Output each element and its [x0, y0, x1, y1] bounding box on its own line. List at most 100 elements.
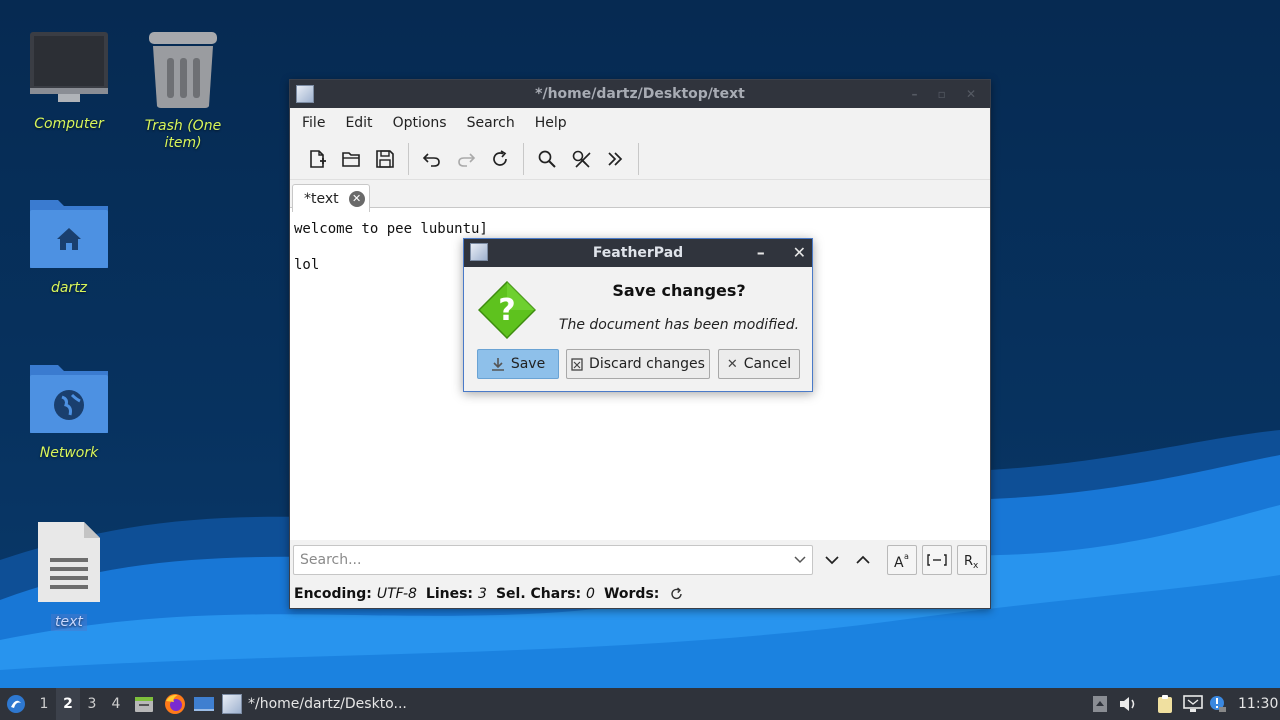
desktop-icon-trash[interactable]: Trash (One item)	[128, 28, 238, 152]
desktop-icon-label: text	[51, 614, 87, 631]
search-input[interactable]	[300, 546, 790, 574]
tray-expand-icon[interactable]	[1092, 688, 1108, 720]
featherpad-app-icon	[296, 85, 314, 103]
dialog-title: FeatherPad	[592, 245, 684, 261]
clock[interactable]: 11:30	[1238, 688, 1278, 720]
find-icon[interactable]	[530, 143, 564, 175]
editor-line: welcome to pee lubuntu]	[294, 221, 488, 237]
taskbar-window-label: */home/dartz/Deskto...	[248, 696, 407, 712]
minimize-icon[interactable]: –	[757, 243, 765, 262]
file-manager-icon[interactable]	[134, 688, 154, 720]
toolbar-separator	[408, 142, 409, 175]
dialog-titlebar[interactable]: FeatherPad – ✕	[464, 239, 812, 267]
workspace-3[interactable]: 3	[80, 688, 104, 720]
match-case-icon[interactable]: Aa	[887, 545, 917, 575]
desktop-icon-network[interactable]: Network	[14, 359, 124, 462]
window-controls[interactable]: – ▫ ✕	[911, 80, 984, 108]
chevron-down-icon[interactable]	[794, 552, 806, 571]
volume-icon[interactable]	[1118, 688, 1138, 720]
save-changes-dialog: FeatherPad – ✕ ? Save changes? The docum…	[463, 238, 813, 392]
lines-value: 3	[478, 586, 487, 602]
cancel-x-icon: ✕	[726, 356, 738, 372]
tab-text[interactable]: *text ✕	[292, 184, 370, 212]
clipboard-icon[interactable]	[1155, 688, 1175, 720]
featherpad-app-icon	[222, 694, 242, 714]
svg-text:R: R	[964, 554, 973, 569]
trash-icon	[149, 32, 217, 108]
update-notifier-icon[interactable]	[1209, 688, 1227, 720]
window-title: */home/dartz/Desktop/text	[535, 86, 745, 102]
menu-options[interactable]: Options	[383, 108, 457, 138]
desktop-icon-label: Trash (One item)	[144, 118, 222, 151]
words-label: Words:	[603, 586, 660, 602]
workspace-1[interactable]: 1	[32, 688, 56, 720]
taskbar-window-button[interactable]: */home/dartz/Deskto...	[222, 688, 422, 720]
find-next-icon[interactable]	[817, 545, 847, 575]
find-previous-icon[interactable]	[848, 545, 878, 575]
save-icon[interactable]	[368, 143, 402, 175]
network-status-icon[interactable]	[1182, 688, 1204, 720]
firefox-icon[interactable]	[164, 688, 186, 720]
more-icon[interactable]	[598, 143, 632, 175]
replace-icon[interactable]	[564, 143, 598, 175]
discard-icon	[571, 358, 583, 371]
dialog-controls[interactable]: – ✕	[757, 239, 806, 267]
sel-chars-value: 0	[586, 586, 595, 602]
tab-label: *text	[304, 190, 339, 207]
refresh-word-count-icon[interactable]	[670, 587, 684, 601]
save-button[interactable]: Save	[477, 349, 559, 379]
regex-icon[interactable]: Rx	[957, 545, 987, 575]
taskbar: 1 2 3 4 */home/dartz/Deskto... 11:30	[0, 688, 1280, 720]
close-tab-icon[interactable]: ✕	[348, 190, 365, 207]
desktop-icon-label: Network	[39, 445, 99, 461]
menu-help[interactable]: Help	[525, 108, 577, 138]
tabbar: *text ✕	[290, 180, 990, 212]
open-folder-icon[interactable]	[334, 143, 368, 175]
menu-search[interactable]: Search	[457, 108, 525, 138]
dialog-heading: Save changes?	[612, 281, 746, 300]
sel-chars-label: Sel. Chars:	[495, 586, 582, 602]
desktop-icon-computer[interactable]: Computer	[14, 30, 124, 133]
desktop-icon-dartz[interactable]: dartz	[14, 194, 124, 297]
save-button-label: Save	[510, 356, 546, 372]
redo-icon[interactable]	[449, 143, 483, 175]
desktop-icon-label: dartz	[50, 280, 88, 296]
computer-icon	[30, 32, 108, 102]
close-icon[interactable]: ✕	[793, 243, 806, 262]
undo-icon[interactable]	[415, 143, 449, 175]
show-desktop-icon[interactable]	[193, 688, 215, 720]
toolbar-separator	[523, 142, 524, 175]
menu-edit[interactable]: Edit	[335, 108, 382, 138]
discard-button-label: Discard changes	[589, 356, 705, 372]
search-bar: Aa Rx	[290, 540, 990, 580]
encoding-value: UTF-8	[376, 586, 417, 602]
lines-label: Lines:	[425, 586, 474, 602]
toolbar-separator	[638, 142, 639, 175]
svg-text:a: a	[904, 552, 909, 561]
toolbar	[290, 138, 990, 180]
lubuntu-menu-icon[interactable]	[6, 688, 26, 720]
desktop-icon-text[interactable]: text	[14, 520, 124, 631]
new-file-icon[interactable]	[300, 143, 334, 175]
text-file-icon	[38, 522, 100, 602]
featherpad-app-icon	[470, 243, 488, 261]
window-titlebar[interactable]: */home/dartz/Desktop/text – ▫ ✕	[290, 80, 990, 108]
discard-changes-button[interactable]: Discard changes	[566, 349, 710, 379]
menu-file[interactable]: File	[292, 108, 335, 138]
network-folder-icon	[30, 365, 108, 433]
workspace-2[interactable]: 2	[56, 688, 80, 720]
svg-text:x: x	[973, 561, 979, 570]
download-icon	[491, 358, 504, 371]
menubar: File Edit Options Search Help	[290, 108, 990, 138]
whole-word-icon[interactable]	[922, 545, 952, 575]
workspace-4[interactable]: 4	[104, 688, 128, 720]
dialog-message: The document has been modified.	[558, 317, 800, 333]
status-bar: Encoding: UTF-8 Lines: 3 Sel. Chars: 0 W…	[290, 580, 990, 608]
search-field	[293, 545, 813, 575]
cancel-button[interactable]: ✕ Cancel	[718, 349, 800, 379]
svg-text:A: A	[894, 555, 904, 570]
home-folder-icon	[30, 200, 108, 268]
desktop-icon-label: Computer	[34, 116, 104, 132]
reload-icon[interactable]	[483, 143, 517, 175]
encoding-label: Encoding:	[294, 586, 372, 602]
